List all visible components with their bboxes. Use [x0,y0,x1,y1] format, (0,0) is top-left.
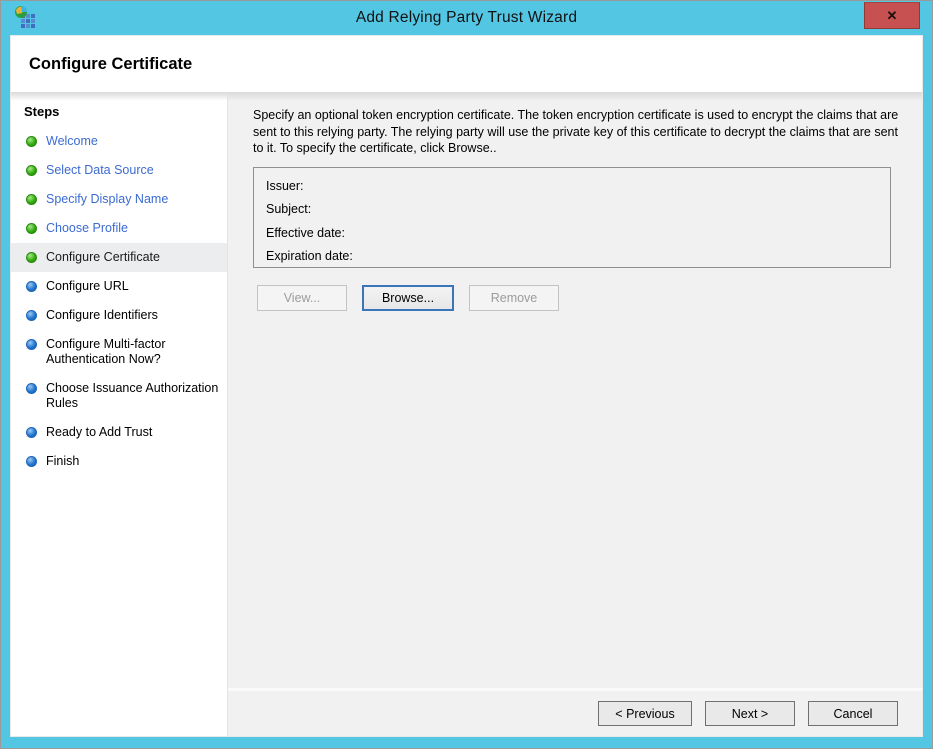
sidebar-step[interactable]: Select Data Source [11,156,227,185]
steps-list: Welcome Select Data Source Specify Displ… [11,127,227,476]
step-label: Finish [46,454,79,469]
cancel-button[interactable]: Cancel [808,701,898,726]
effective-date-label: Effective date: [266,222,878,246]
step-label: Configure Identifiers [46,308,158,323]
step-status-icon [26,339,37,350]
sidebar-step: Choose Issuance Authorization Rules [11,374,227,418]
sidebar-step[interactable]: Welcome [11,127,227,156]
step-label: Choose Profile [46,221,128,236]
wizard-window: Add Relying Party Trust Wizard ✕ Configu… [0,0,933,749]
page-header: Configure Certificate [11,36,922,92]
step-label: Configure Multi-factor Authentication No… [46,337,221,367]
step-label: Welcome [46,134,98,149]
expiration-date-label: Expiration date: [266,245,878,269]
close-button[interactable]: ✕ [864,2,920,29]
title-bar: Add Relying Party Trust Wizard ✕ [10,1,923,35]
wizard-footer: < Previous Next > Cancel [228,688,923,736]
sidebar-step: Finish [11,447,227,476]
window-title: Add Relying Party Trust Wizard [356,9,577,27]
step-status-icon [26,281,37,292]
sidebar-step: Configure Identifiers [11,301,227,330]
steps-heading: Steps [11,92,227,127]
step-status-icon [26,310,37,321]
browse-button[interactable]: Browse... [362,285,454,311]
main-panel: Specify an optional token encryption cer… [228,92,923,736]
step-label: Configure Certificate [46,250,160,265]
step-label: Specify Display Name [46,192,168,207]
step-status-icon [26,165,37,176]
adfs-wizard-icon [13,5,39,31]
wizard-body: Configure Certificate Steps Welcome Sele… [10,35,923,737]
sidebar-step[interactable]: Choose Profile [11,214,227,243]
step-label: Select Data Source [46,163,154,178]
previous-button[interactable]: < Previous [598,701,692,726]
sidebar-step: Configure Multi-factor Authentication No… [11,330,227,374]
remove-button: Remove [469,285,559,311]
certificate-info-box: Issuer: Subject: Effective date: Expirat… [253,167,891,268]
step-status-icon [26,223,37,234]
view-button: View... [257,285,347,311]
sidebar-step[interactable]: Specify Display Name [11,185,227,214]
step-status-icon [26,194,37,205]
step-label: Choose Issuance Authorization Rules [46,381,221,411]
step-status-icon [26,136,37,147]
page-title: Configure Certificate [29,55,192,74]
steps-sidebar: Steps Welcome Select Data Source Specify… [11,92,228,736]
sidebar-step: Configure URL [11,272,227,301]
step-status-icon [26,427,37,438]
issuer-label: Issuer: [266,175,878,199]
sidebar-step: Ready to Add Trust [11,418,227,447]
step-status-icon [26,456,37,467]
sidebar-step: Configure Certificate [11,243,227,272]
step-label: Configure URL [46,279,129,294]
certificate-actions: View... Browse... Remove [257,285,908,311]
next-button[interactable]: Next > [705,701,795,726]
step-label: Ready to Add Trust [46,425,152,440]
step-status-icon [26,252,37,263]
step-status-icon [26,383,37,394]
subject-label: Subject: [266,198,878,222]
page-description: Specify an optional token encryption cer… [253,107,908,157]
